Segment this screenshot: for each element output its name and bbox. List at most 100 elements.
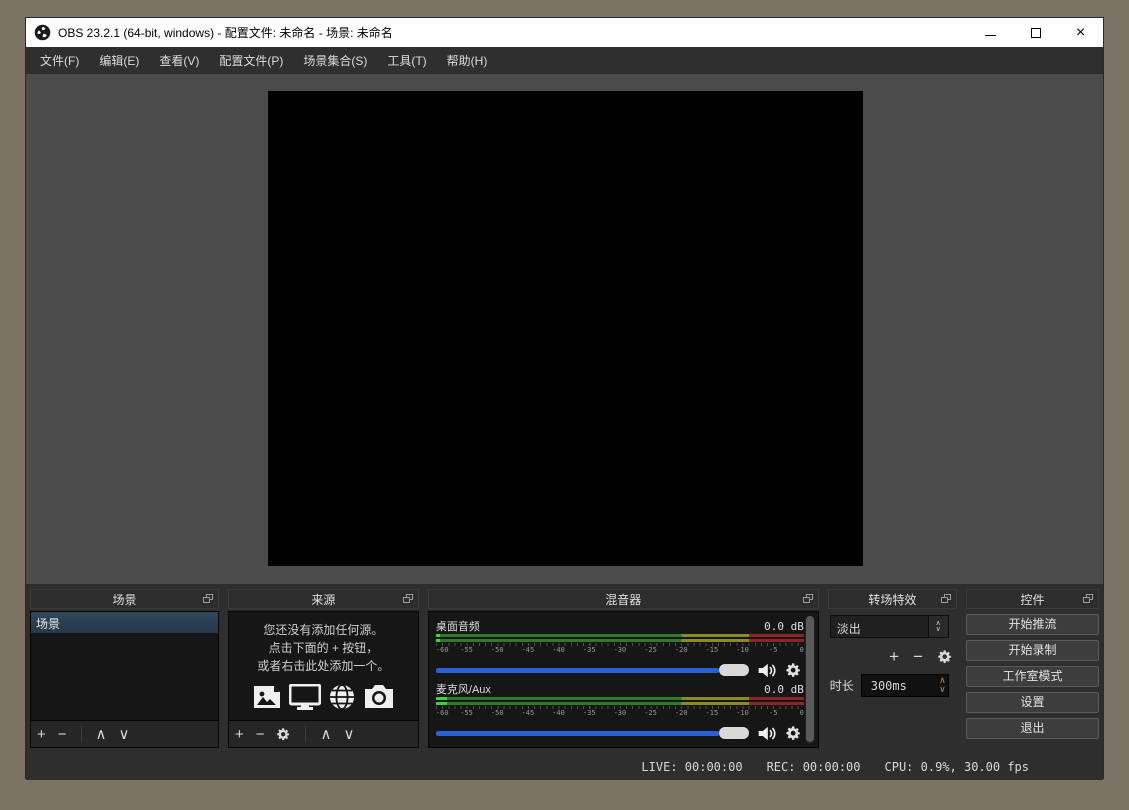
transition-select[interactable]: 淡出 ∧∨ [830, 615, 949, 638]
meter-active-level [436, 634, 440, 637]
scene-down-button[interactable]: ∨ [119, 727, 130, 742]
add-transition-button[interactable]: + [889, 648, 899, 665]
source-down-button[interactable]: ∨ [343, 727, 354, 742]
image-source-icon [252, 684, 282, 710]
start-streaming-button[interactable]: 开始推流 [966, 614, 1099, 635]
meter-active-level [436, 639, 440, 642]
remove-source-button[interactable]: − [256, 727, 265, 742]
volume-slider[interactable] [436, 660, 749, 680]
mixer-channel: 麦克风/Aux0.0 dB-60-55-50-45-40-35-30-25-20… [436, 681, 804, 743]
tick-label: -10 [736, 646, 749, 654]
transitions-panel-header[interactable]: 转场特效 [828, 589, 957, 609]
menu-item-5[interactable]: 工具(T) [377, 47, 436, 74]
source-properties-gear-icon[interactable] [276, 727, 291, 742]
exit-button[interactable]: 退出 [966, 718, 1099, 739]
scenes-panel-header[interactable]: 场景 [30, 589, 219, 609]
scenes-toolbar: + − ∧ ∨ [30, 721, 219, 748]
scene-up-button[interactable]: ∧ [96, 727, 107, 742]
menu-item-3[interactable]: 配置文件(P) [209, 47, 293, 74]
slider-handle[interactable] [719, 664, 749, 676]
remove-transition-button[interactable]: − [913, 648, 923, 665]
tick-label: -30 [614, 646, 627, 654]
mixer-channel: 桌面音频0.0 dB-60-55-50-45-40-35-30-25-20-15… [436, 618, 804, 680]
slider-fill [436, 731, 719, 736]
tick-label: -15 [706, 646, 719, 654]
program-canvas[interactable] [268, 91, 863, 566]
float-panel-icon[interactable] [402, 593, 414, 605]
duration-input[interactable]: 300ms ∧∨ [861, 674, 949, 697]
menubar: 文件(F)编辑(E)查看(V)配置文件(P)场景集合(S)工具(T)帮助(H) [26, 47, 1103, 74]
volume-slider[interactable] [436, 723, 749, 743]
sources-panel-header[interactable]: 来源 [228, 589, 419, 609]
tick-label: -15 [706, 709, 719, 717]
mute-speaker-icon[interactable] [757, 725, 777, 742]
start-recording-button[interactable]: 开始录制 [966, 640, 1099, 661]
scenes-panel: 场景 场景 + − ∧ ∨ [30, 589, 219, 748]
mixer-panel-title: 混音器 [605, 591, 641, 608]
add-scene-button[interactable]: + [37, 727, 46, 742]
float-panel-icon[interactable] [1082, 593, 1094, 605]
mixer-panel: 混音器 桌面音频0.0 dB-60-55-50-45-40-35-30-25-2… [428, 589, 819, 748]
mute-speaker-icon[interactable] [757, 662, 777, 679]
tick-label: -35 [583, 709, 596, 717]
tick-label: -30 [614, 709, 627, 717]
controls-panel-header[interactable]: 控件 [966, 589, 1099, 609]
close-button[interactable]: × [1058, 18, 1103, 47]
float-panel-icon[interactable] [202, 593, 214, 605]
tick-label: -10 [736, 709, 749, 717]
scene-list-item[interactable]: 场景 [31, 612, 218, 633]
meter-bar [436, 697, 804, 700]
float-panel-icon[interactable] [802, 593, 814, 605]
transitions-panel: 转场特效 淡出 ∧∨ + − 时长 300ms [828, 589, 957, 748]
mixer-body: 桌面音频0.0 dB-60-55-50-45-40-35-30-25-20-15… [428, 611, 819, 748]
tick-label: 0 [800, 646, 804, 654]
studio-mode-button[interactable]: 工作室模式 [966, 666, 1099, 687]
duration-label: 时长 [830, 677, 854, 694]
tick-label: -60 [436, 709, 449, 717]
tick-label: -25 [644, 709, 657, 717]
meter-active-level [436, 697, 447, 700]
minimize-button[interactable] [968, 18, 1013, 47]
volume-meter [436, 634, 804, 642]
tick-label: -5 [769, 646, 777, 654]
float-panel-icon[interactable] [940, 593, 952, 605]
tick-label: -5 [769, 709, 777, 717]
channel-settings-gear-icon[interactable] [785, 725, 802, 742]
meter-active-level [436, 702, 447, 705]
menu-item-4[interactable]: 场景集合(S) [293, 47, 377, 74]
tick-label: -20 [675, 646, 688, 654]
tick-label: -50 [491, 646, 504, 654]
controls-panel: 控件 开始推流开始录制工作室模式设置退出 [966, 589, 1099, 748]
sources-empty-state[interactable]: 您还没有添加任何源。 点击下面的 + 按钮， 或者右击此处添加一个。 [228, 611, 419, 721]
tick-label: -60 [436, 646, 449, 654]
slider-handle[interactable] [719, 727, 749, 739]
settings-button[interactable]: 设置 [966, 692, 1099, 713]
maximize-icon [1031, 28, 1041, 38]
spin-down-icon[interactable]: ∨ [939, 685, 946, 694]
preview-area[interactable] [26, 74, 1103, 584]
source-up-button[interactable]: ∧ [320, 727, 331, 742]
mixer-panel-header[interactable]: 混音器 [428, 589, 819, 609]
menu-item-1[interactable]: 编辑(E) [89, 47, 149, 74]
obs-logo-icon [34, 24, 51, 41]
meter-bar [436, 702, 804, 705]
slider-fill [436, 668, 719, 673]
menu-item-2[interactable]: 查看(V) [149, 47, 209, 74]
sources-empty-line1: 您还没有添加任何源。 [263, 622, 383, 639]
meter-scale: -60-55-50-45-40-35-30-25-20-15-10-50 [436, 643, 804, 655]
scene-list[interactable]: 场景 [30, 611, 219, 721]
sources-panel: 来源 您还没有添加任何源。 点击下面的 + 按钮， 或者右击此处添加一个。 [228, 589, 419, 748]
cpu-fps-stats: CPU: 0.9%, 30.00 fps [885, 760, 1030, 774]
channel-settings-gear-icon[interactable] [785, 662, 802, 679]
transition-properties-gear-icon[interactable] [937, 649, 953, 665]
menu-item-0[interactable]: 文件(F) [30, 47, 89, 74]
volume-meter [436, 697, 804, 705]
tick-label: -20 [675, 709, 688, 717]
remove-scene-button[interactable]: − [58, 727, 67, 742]
camera-source-icon [363, 684, 395, 710]
transition-select-spinner[interactable]: ∧∨ [928, 616, 948, 637]
channel-level-db: 0.0 dB [764, 683, 804, 696]
menu-item-6[interactable]: 帮助(H) [437, 47, 498, 74]
add-source-button[interactable]: + [235, 727, 244, 742]
maximize-button[interactable] [1013, 18, 1058, 47]
